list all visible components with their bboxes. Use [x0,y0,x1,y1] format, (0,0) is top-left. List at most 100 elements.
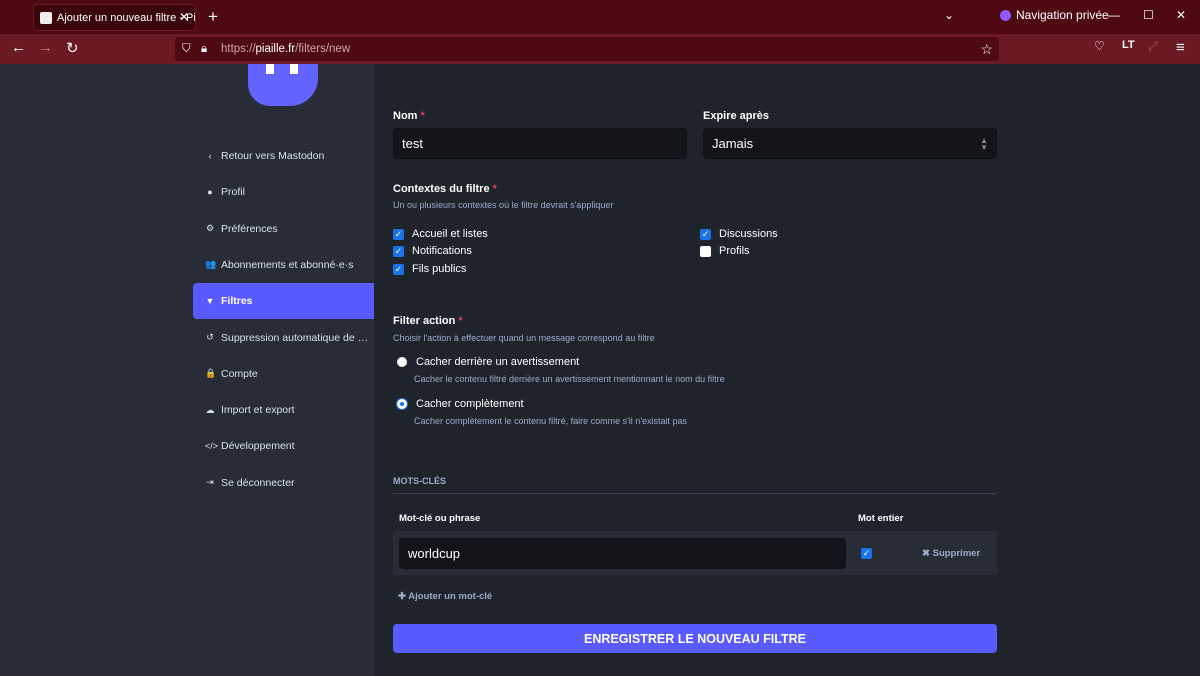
context-label: Notifications [412,245,472,257]
sidebar-item-label: Retour vers Mastodon [221,150,325,162]
context-checkbox[interactable]: Profils [700,245,750,257]
url-bar[interactable]: ⛉ 🔒︎ https://piaille.fr/filters/new ☆ [175,37,999,61]
x-icon: ✖ [922,548,930,559]
save-filter-button[interactable]: ENREGISTRER LE NOUVEAU FILTRE [393,624,997,653]
radio-icon[interactable] [397,399,407,409]
private-label: Navigation privée [1016,8,1109,22]
sidebar-item[interactable]: ● Profil [193,174,374,210]
expire-label: Expire après [703,110,770,122]
col-keyword: Mot-clé ou phrase [399,513,481,524]
languagetool-icon[interactable]: LT [1122,39,1135,51]
lock-icon: 🔒︎ [201,42,208,55]
action-label: Filter action * [393,315,463,327]
expire-select[interactable]: Jamais ▲ ▼ [703,128,997,159]
private-mask-icon [1000,9,1011,21]
context-checkbox[interactable]: ✓ Notifications [393,245,472,257]
sidebar-item-label: Import et export [221,404,295,417]
sidebar-item[interactable]: ↺ Suppression automatique de … [193,320,374,356]
action-label: Cacher complètement [416,398,524,410]
tab-list-icon[interactable]: ⌄ [944,8,954,22]
action-hint: Choisir l'action à effectuer quand un me… [393,333,655,343]
sidebar-icon: ▼ [205,296,215,307]
url-path: /filters/new [295,43,351,55]
sidebar-item[interactable]: ☁ Import et export [193,392,374,428]
sidebar-item[interactable]: 👥 Abonnements et abonné·e·s [193,247,374,283]
url-domain: piaille.fr [255,43,296,55]
reload-button[interactable]: ↻ [66,39,79,57]
expire-value: Jamais [712,136,754,151]
sidebar-item[interactable]: </> Développement [193,428,374,464]
sidebar-icon: ‹ [208,151,212,161]
context-label: Profils [719,245,750,257]
keyword-input[interactable]: worldcup [399,538,846,569]
sidebar-icon: ⇥ [206,477,214,488]
col-whole-word: Mot entier [858,513,904,524]
sidebar-icon: ⚙ [205,223,215,234]
mastodon-logo[interactable] [248,64,318,106]
sidebar-item-label: Profil [221,186,245,199]
radio-icon[interactable] [397,357,407,367]
pocket-icon[interactable]: ♡ [1094,39,1105,53]
sidebar-item[interactable]: ▼ Filtres [193,283,374,320]
action-radio[interactable]: Cacher derrière un avertissement [397,356,579,368]
keywords-section-title: MOTS-CLÉS [393,476,997,494]
close-tab-icon[interactable]: ✕ [179,10,189,24]
close-window-button[interactable]: ✕ [1176,8,1186,22]
browser-tab-bar: Ajouter un nouveau filtre - Piaille✕ + ⌄… [0,0,1200,34]
sidebar-item-label: Préférences [221,222,278,235]
maximize-button[interactable]: ☐ [1143,8,1154,22]
sidebar-item-label: Développement [221,440,295,453]
context-label: Fils publics [412,263,467,275]
back-button[interactable]: ← [11,39,26,56]
select-arrows-icon: ▲ ▼ [980,135,988,152]
checkbox-icon[interactable]: ✓ [393,263,404,275]
menu-icon[interactable]: ≡ [1176,39,1185,56]
checkbox-icon[interactable] [700,245,711,257]
sidebar-item[interactable]: ⚙ Préférences [193,211,374,247]
minimize-button[interactable]: — [1108,8,1120,22]
new-tab-button[interactable]: + [208,7,218,27]
whole-word-checkbox[interactable]: ✓ [861,548,872,559]
tab-title: Ajouter un nouveau filtre - Piaille [57,11,196,24]
sidebar-item-label: Compte [221,367,258,380]
sidebar-item-label: Filtres [221,295,253,308]
name-label: Nom * [393,110,425,122]
sidebar-icon: ● [207,187,213,198]
context-label: Accueil et listes [412,228,488,240]
bookmark-star-icon[interactable]: ☆ [980,41,993,58]
sidebar-icon: 👥 [205,259,217,270]
context-checkbox[interactable]: ✓ Accueil et listes [393,228,488,240]
context-label: Discussions [719,228,778,240]
url-prefix: https:// [221,43,256,55]
sidebar-item-label: Se déconnecter [221,476,295,489]
context-checkbox[interactable]: ✓ Discussions [700,228,778,240]
forward-button[interactable]: → [38,39,53,56]
action-hint: Cacher complètement le contenu filtré, f… [414,416,688,426]
extension-icon[interactable]: ⤢ [1148,39,1158,54]
shield-icon: ⛉ [182,42,191,55]
sidebar-item-label: Suppression automatique de … [221,331,369,344]
sidebar-item[interactable]: ⇥ Se déconnecter [193,465,374,501]
add-keyword-button[interactable]: ✚ Ajouter un mot-clé [398,591,492,602]
sidebar-item[interactable]: 🔒 Compte [193,356,374,392]
context-checkbox[interactable]: ✓ Fils publics [393,263,466,275]
sidebar-icon: 🔒 [205,368,217,379]
action-radio[interactable]: Cacher complètement [397,398,524,410]
action-label: Cacher derrière un avertissement [416,356,580,368]
sidebar-icon: ↺ [206,332,214,342]
contexts-hint: Un ou plusieurs contextes où le filtre d… [393,200,614,210]
checkbox-icon[interactable]: ✓ [700,228,711,240]
browser-nav-bar: ← → ↻ ⛉ 🔒︎ https://piaille.fr/filters/ne… [0,34,1200,64]
name-input[interactable]: test [393,128,687,159]
contexts-label: Contextes du filtre * [393,183,497,195]
sidebar-icon: </> [205,441,219,452]
checkbox-icon[interactable]: ✓ [393,228,404,240]
action-hint: Cacher le contenu filtré derrière un ave… [414,374,725,384]
favicon-icon [40,11,52,24]
sidebar-item[interactable]: ‹ Retour vers Mastodon [193,138,374,174]
sidebar-item-label: Abonnements et abonné·e·s [221,258,354,271]
delete-keyword-button[interactable]: ✖ Supprimer [922,548,980,559]
sidebar-icon: ☁ [205,404,215,415]
checkbox-icon[interactable]: ✓ [393,245,404,257]
browser-tab[interactable]: Ajouter un nouveau filtre - Piaille✕ [33,4,196,31]
